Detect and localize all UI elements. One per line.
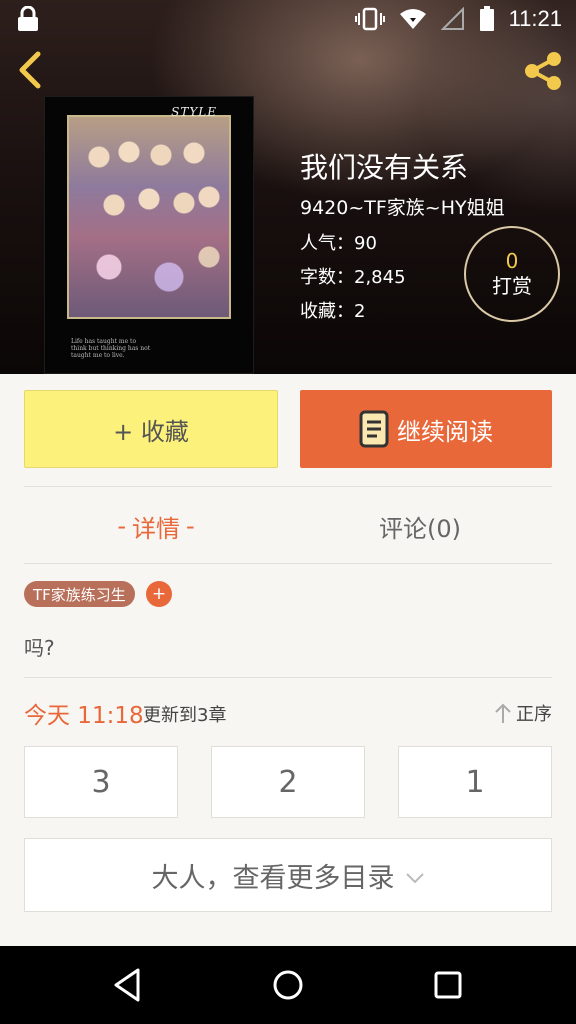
cover-image	[69, 117, 229, 317]
tab-dash-right: -	[186, 512, 195, 540]
back-button[interactable]	[12, 48, 52, 92]
lock-icon	[18, 6, 38, 31]
more-catalog-label: 大人，查看更多目录	[151, 862, 395, 894]
tag-label: TF家族练习生	[33, 585, 126, 604]
battery-icon	[479, 6, 494, 31]
share-button[interactable]	[520, 48, 566, 94]
arrow-up-icon	[495, 703, 511, 723]
continue-reading-label: 继续阅读	[397, 417, 493, 446]
navigation-bar	[0, 946, 576, 1024]
status-time: 11:21	[508, 6, 562, 31]
popularity-stat: 人气：90	[300, 233, 377, 254]
chapter-number: 2	[278, 764, 298, 800]
tip-button[interactable]: 0 打赏	[464, 226, 560, 322]
tip-count: 0	[505, 249, 519, 273]
status-bar: 11:21	[0, 0, 576, 38]
tab-details[interactable]: - 详情 -	[24, 502, 288, 550]
book-title: 我们没有关系	[300, 151, 469, 184]
nav-recents-icon[interactable]	[423, 960, 473, 1010]
signal-icon	[440, 7, 464, 30]
divider	[24, 486, 552, 487]
cover-style-text: STYLE	[171, 105, 217, 119]
cover-photo	[67, 115, 231, 319]
tab-details-label: 详情	[132, 514, 180, 543]
wifi-icon	[399, 9, 426, 29]
tab-comments[interactable]: 评论(0)	[288, 502, 552, 550]
cover-caption: Life has taught me to think but thinking…	[71, 338, 151, 359]
chapter-number: 1	[465, 764, 485, 800]
book-header: 11:21 STYLE Life has taught me to think …	[0, 0, 576, 374]
word-count-stat: 字数：2,845	[300, 267, 406, 288]
tab-dash-left: -	[117, 512, 126, 540]
chapter-number: 3	[91, 764, 111, 800]
book-author[interactable]: 9420~TF家族~HY姐姐	[300, 193, 505, 220]
more-catalog-button[interactable]: 大人，查看更多目录	[24, 838, 552, 912]
divider	[24, 677, 552, 678]
update-text: 更新到3章	[143, 705, 227, 726]
collect-button-label: + 收藏	[113, 417, 189, 446]
chevron-down-icon	[405, 873, 424, 884]
tab-comments-label: 评论(0)	[379, 514, 461, 543]
tag-chip[interactable]: TF家族练习生	[24, 581, 135, 607]
book-icon	[359, 410, 389, 448]
add-tag-label: +	[151, 584, 167, 604]
book-description: 吗?	[24, 636, 55, 660]
sort-order-label: 正序	[516, 704, 552, 725]
favorites-stat: 收藏：2	[300, 301, 366, 322]
add-tag-button[interactable]: +	[146, 581, 172, 607]
chapter-button[interactable]: 1	[398, 746, 552, 818]
update-time: 今天 11:18	[24, 703, 144, 729]
nav-home-icon[interactable]	[263, 960, 313, 1010]
nav-back-icon[interactable]	[102, 960, 152, 1010]
book-cover[interactable]: STYLE Life has taught me to think but th…	[44, 96, 254, 374]
continue-reading-button[interactable]: 继续阅读	[300, 390, 552, 468]
vibrate-icon	[354, 7, 385, 31]
tip-label: 打赏	[492, 274, 532, 298]
sort-order-toggle[interactable]: 正序	[494, 700, 552, 726]
collect-button[interactable]: + 收藏	[24, 390, 278, 468]
chapter-button[interactable]: 3	[24, 746, 178, 818]
chapter-button[interactable]: 2	[211, 746, 365, 818]
divider	[24, 563, 552, 564]
